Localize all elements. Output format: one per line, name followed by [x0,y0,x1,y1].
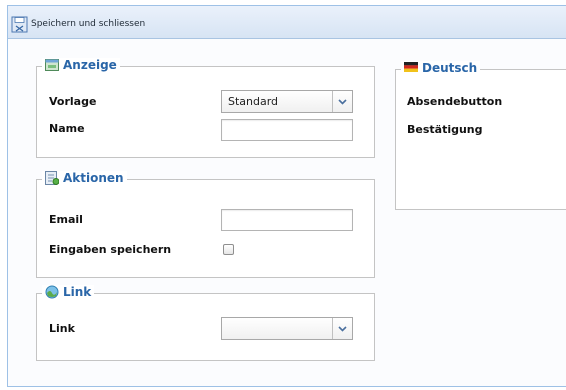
save-close-icon [11,16,28,33]
legend-deutsch-label: Deutsch [422,61,478,75]
name-field[interactable] [221,119,353,141]
globe-link-icon [45,285,59,299]
link-select[interactable] [221,317,353,340]
display-icon [45,58,59,72]
fieldset-anzeige: Anzeige Vorlage Standard Name [36,58,375,158]
fieldset-link: Link Link [36,285,375,361]
save-inputs-label: Eingaben speichern [49,243,172,256]
fieldset-deutsch: Deutsch Absendebutton Bestätigung [395,61,566,210]
vorlage-label: Vorlage [49,95,97,108]
legend-aktionen: Aktionen [42,171,127,185]
save-close-button[interactable]: Speichern und schliessen [11,14,145,34]
actions-icon [45,171,60,185]
vorlage-select[interactable]: Standard [221,90,353,113]
save-close-label: Speichern und schliessen [31,19,146,29]
legend-anzeige: Anzeige [42,58,120,72]
german-flag-icon [404,61,418,75]
form-window: Speichern und schliessen Anzeige Vorlage… [7,5,566,387]
legend-anzeige-label: Anzeige [63,58,117,72]
submit-button-label: Absendebutton [407,95,503,108]
name-label: Name [49,122,85,135]
legend-deutsch: Deutsch [401,61,481,75]
legend-link: Link [42,285,95,299]
email-field[interactable] [221,209,353,231]
confirmation-label: Bestätigung [407,123,483,136]
link-label: Link [49,322,75,335]
chevron-down-icon[interactable] [332,318,352,339]
legend-link-label: Link [63,285,92,299]
email-label: Email [49,213,83,226]
vorlage-selected-value: Standard [228,95,279,108]
legend-aktionen-label: Aktionen [63,171,124,185]
fieldset-aktionen: Aktionen Email Eingaben speichern [36,171,375,278]
chevron-down-icon[interactable] [332,91,352,112]
toolbar: Speichern und schliessen [8,6,566,39]
save-inputs-checkbox[interactable] [223,244,234,255]
